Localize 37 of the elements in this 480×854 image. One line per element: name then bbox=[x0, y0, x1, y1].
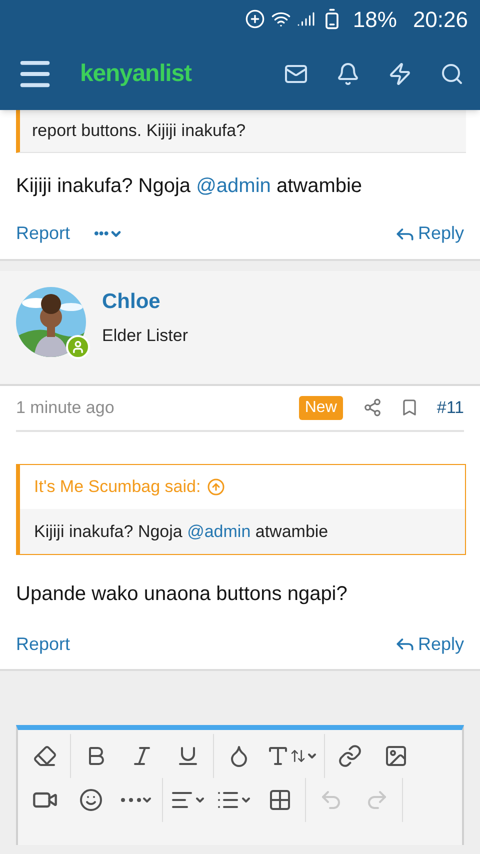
signal-icon bbox=[296, 10, 315, 28]
arrows-icon bbox=[290, 748, 306, 764]
mail-icon[interactable] bbox=[284, 62, 308, 86]
lightning-icon[interactable] bbox=[388, 62, 412, 86]
mention-link[interactable]: @admin bbox=[196, 174, 271, 196]
post-number[interactable]: #11 bbox=[436, 394, 464, 420]
reply-button[interactable]: Reply bbox=[394, 220, 464, 247]
report-link[interactable]: Report bbox=[16, 220, 70, 247]
share-icon[interactable] bbox=[362, 398, 382, 417]
mention-link[interactable]: @admin bbox=[187, 522, 251, 540]
quote-text: report buttons. Kijiji inakufa? bbox=[32, 120, 247, 142]
more-icon bbox=[121, 798, 141, 802]
undo-icon bbox=[319, 788, 343, 812]
battery-level: 18% bbox=[352, 6, 397, 34]
search-icon[interactable] bbox=[440, 62, 464, 86]
report-link[interactable]: Report bbox=[16, 630, 70, 658]
eraser-icon bbox=[33, 744, 57, 768]
text-size-icon bbox=[266, 744, 290, 768]
bell-icon[interactable] bbox=[336, 62, 360, 86]
reply-button[interactable]: Reply bbox=[394, 630, 464, 658]
underline-icon bbox=[176, 744, 200, 768]
post-time: 1 minute ago bbox=[16, 396, 114, 419]
image-icon bbox=[384, 744, 408, 768]
author-title: Elder Lister bbox=[102, 324, 188, 347]
data-saver-icon bbox=[244, 9, 265, 29]
table-icon bbox=[268, 788, 292, 812]
smile-icon bbox=[79, 788, 103, 812]
new-badge: New bbox=[298, 396, 343, 420]
post-message: Kijiji inakufa? Ngoja @admin atwambie bbox=[15, 174, 364, 198]
more-menu-button[interactable]: ••• bbox=[94, 223, 123, 244]
post-message: Upande wako unaona buttons ngapi? bbox=[15, 582, 348, 607]
redo-icon bbox=[365, 788, 389, 812]
clock: 20:26 bbox=[412, 6, 468, 34]
link-icon bbox=[338, 744, 362, 768]
site-logo[interactable]: kenyanlist bbox=[80, 56, 192, 92]
quote-text: Kijiji inakufa? Ngoja @admin atwambie bbox=[34, 520, 330, 542]
author-name[interactable]: Chloe bbox=[102, 286, 188, 315]
